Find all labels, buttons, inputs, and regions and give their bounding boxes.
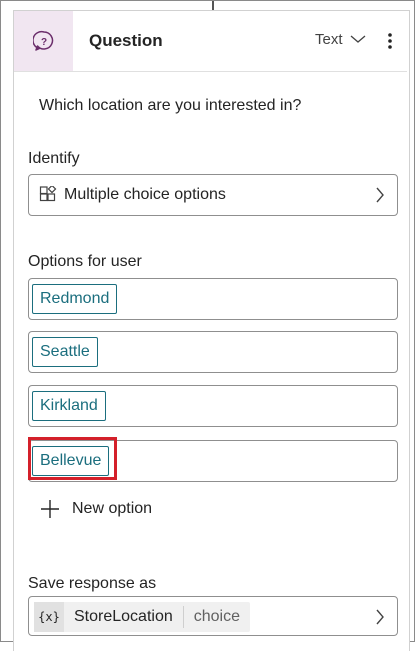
topic-canvas: ? Question Text Which location are you i… [0, 0, 415, 651]
chevron-right-icon [376, 609, 384, 625]
response-type-dropdown[interactable]: Text [315, 31, 343, 48]
variable-icon: {x} [34, 602, 64, 632]
identify-value: Multiple choice options [64, 186, 226, 203]
option-chip[interactable]: Redmond [32, 284, 118, 314]
question-text[interactable]: Which location are you interested in? [39, 97, 301, 115]
highlight-box [28, 437, 117, 480]
question-node-body: Which location are you interested in? Id… [14, 71, 407, 652]
option-chip[interactable]: Seattle [32, 337, 98, 367]
variable-type: choice [193, 608, 240, 625]
chevron-down-icon[interactable] [349, 33, 367, 45]
question-node-icon-box: ? [14, 11, 73, 71]
identify-label: Identify [28, 150, 80, 167]
chevron-right-icon [376, 187, 384, 203]
option-item-kirkland[interactable]: Kirkland [28, 385, 398, 427]
option-item-seattle[interactable]: Seattle [28, 331, 398, 373]
option-item-redmond[interactable]: Redmond [28, 278, 398, 320]
save-response-label: Save response as [28, 575, 157, 592]
entity-icon [39, 186, 57, 202]
node-title: Question [89, 31, 163, 50]
new-option-label: New option [72, 500, 153, 517]
identify-selector[interactable]: Multiple choice options [28, 174, 398, 216]
option-chip[interactable]: Kirkland [32, 391, 106, 421]
question-bubble-icon: ? [32, 30, 53, 51]
variable-name: StoreLocation [74, 608, 173, 625]
variable-chip[interactable]: {x} StoreLocation choice [34, 602, 250, 632]
svg-text:?: ? [40, 37, 46, 48]
question-node-card: ? Question Text Which location are you i… [13, 10, 410, 651]
plus-icon [41, 500, 59, 518]
question-node-header: ? Question Text [14, 11, 409, 71]
save-response-selector[interactable]: {x} StoreLocation choice [28, 596, 398, 636]
new-option-button[interactable]: New option [40, 499, 152, 519]
more-options-icon[interactable] [387, 31, 393, 51]
options-label: Options for user [28, 253, 142, 270]
